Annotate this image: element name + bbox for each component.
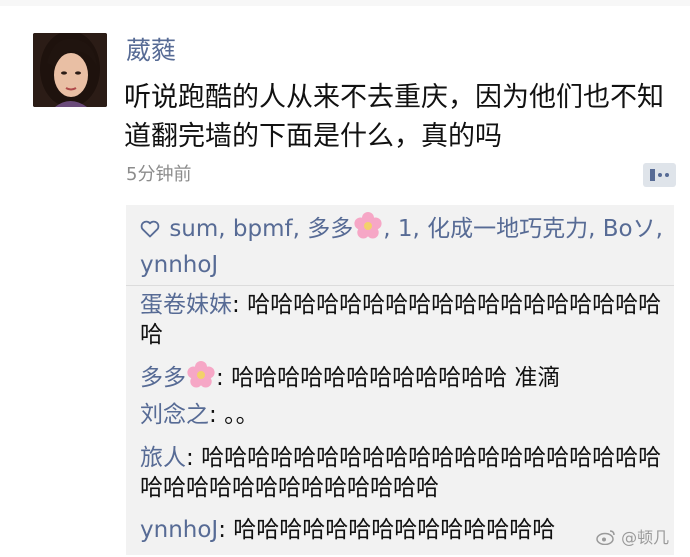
comment-separator: : (186, 445, 202, 471)
comment-separator: : (218, 517, 234, 543)
comment-text: 哈哈哈哈哈哈哈哈哈哈哈哈哈哈 (233, 517, 556, 543)
watermark-text: @顿几 (621, 528, 670, 547)
post-author-name[interactable]: 葳蕤 (126, 36, 176, 66)
comment-item[interactable]: 多多 : 哈哈哈哈哈哈哈哈哈哈哈哈 准滴 (140, 360, 670, 393)
likes-list: sum, bpmf, 多多 , 1, 化成一地巧克力, Boソ, ynnhoJ (140, 211, 668, 282)
comment-author[interactable]: ynnhoJ (140, 517, 218, 543)
comment-item[interactable]: 旅人: 哈哈哈哈哈哈哈哈哈哈哈哈哈哈哈哈哈哈哈哈哈哈哈哈哈哈哈哈哈哈哈哈哈 (140, 443, 670, 503)
weibo-watermark: @顿几 (596, 527, 669, 549)
comment-separator: : (209, 402, 225, 428)
comment-author[interactable]: 多多 (140, 365, 186, 391)
avatar-portrait-icon (33, 33, 107, 107)
comment-item[interactable]: 刘念之: 。。 (140, 400, 670, 430)
likes-divider (126, 285, 674, 286)
more-dots-icon (650, 169, 669, 181)
cherry-blossom-icon (353, 211, 383, 241)
post-text: 听说跑酷的人从来不去重庆，因为他们也不知道翻完墙的下面是什么，真的吗 (124, 82, 664, 152)
comment-author[interactable]: 刘念之 (140, 402, 209, 428)
comment-text: 哈哈哈哈哈哈哈哈哈哈哈哈 准滴 (231, 365, 561, 391)
comment-text: 哈哈哈哈哈哈哈哈哈哈哈哈哈哈哈哈哈哈哈哈哈哈哈哈哈哈哈哈哈哈哈哈哈 (140, 445, 662, 501)
comment-item[interactable]: ynnhoJ: 哈哈哈哈哈哈哈哈哈哈哈哈哈哈 (140, 515, 670, 545)
comment-separator: : (216, 365, 232, 391)
post-timestamp: 5分钟前 (126, 164, 192, 185)
likes-names-part1[interactable]: sum, bpmf, 多多 (169, 216, 353, 242)
top-divider (0, 0, 690, 6)
comment-text: 。。 (224, 402, 259, 428)
interaction-panel: sum, bpmf, 多多 , 1, 化成一地巧克力, Boソ, ynnhoJ … (126, 205, 674, 555)
comment-item[interactable]: 蛋卷妹妹: 哈哈哈哈哈哈哈哈哈哈哈哈哈哈哈哈哈哈哈 (140, 290, 670, 350)
comment-separator: : (232, 292, 248, 318)
comment-action-button[interactable] (643, 163, 676, 187)
cherry-blossom-icon (186, 360, 216, 390)
heart-outline-icon (140, 214, 162, 248)
comment-author[interactable]: 蛋卷妹妹 (140, 292, 232, 318)
moments-post: 葳蕤 听说跑酷的人从来不去重庆，因为他们也不知道翻完墙的下面是什么，真的吗 5分… (0, 0, 690, 557)
weibo-logo-icon (596, 528, 621, 547)
comment-author[interactable]: 旅人 (140, 445, 186, 471)
avatar[interactable] (33, 33, 107, 107)
